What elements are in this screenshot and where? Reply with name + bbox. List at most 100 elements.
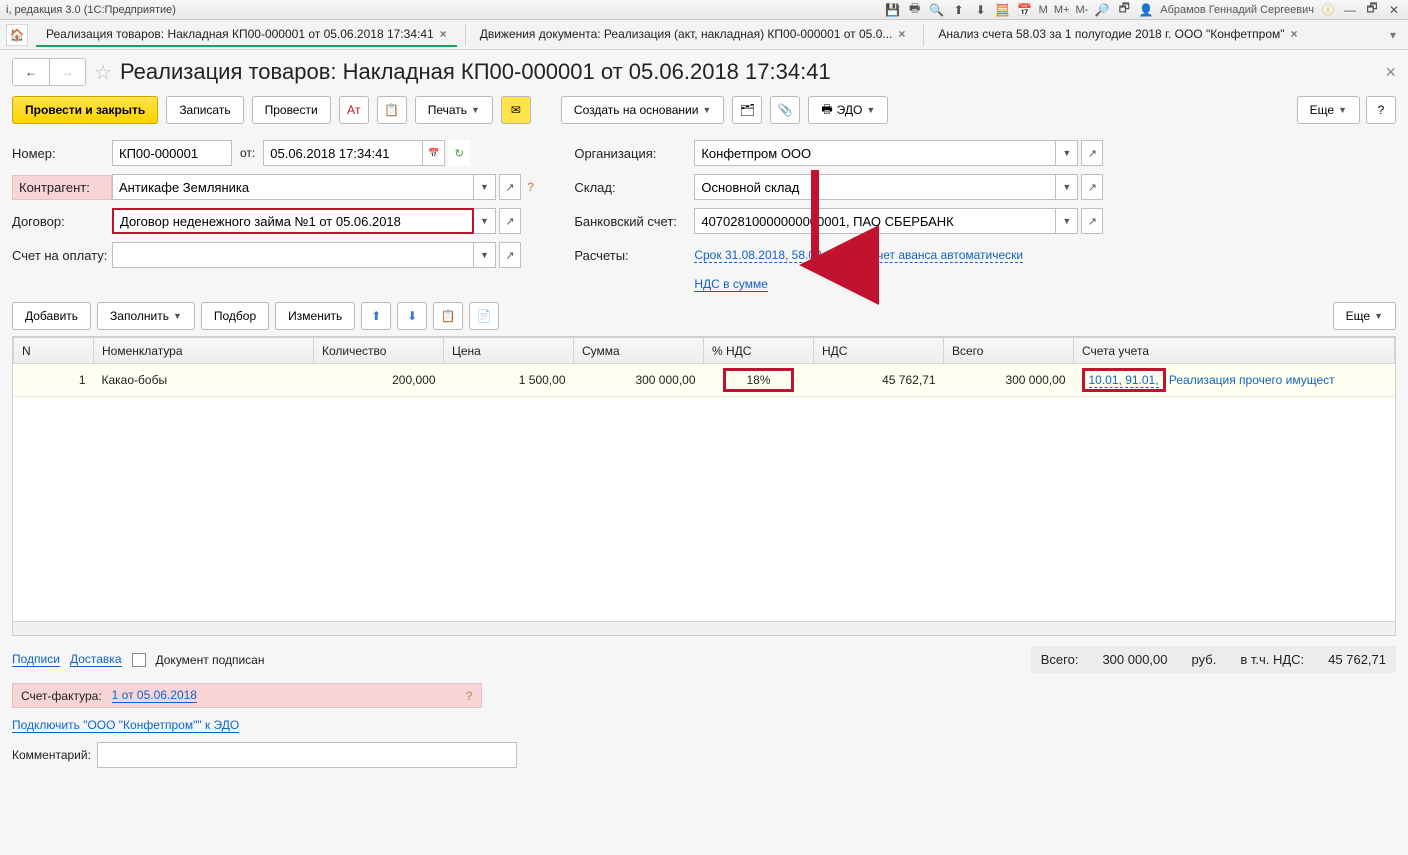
cell-vatpct[interactable]: 18% <box>704 364 814 397</box>
more-button[interactable]: Еще ▼ <box>1297 96 1360 124</box>
nav-forward-button[interactable]: → <box>49 59 85 85</box>
org-input[interactable] <box>694 140 1056 166</box>
accounts-link[interactable]: 10.01, 91.01, <box>1089 373 1159 388</box>
counterparty-input[interactable] <box>112 174 474 200</box>
table-more-button[interactable]: Еще ▼ <box>1333 302 1396 330</box>
calendar-open-icon[interactable]: 📅 <box>423 140 445 166</box>
change-button[interactable]: Изменить <box>275 302 355 330</box>
delivery-link[interactable]: Доставка <box>70 652 122 667</box>
dropdown-icon[interactable]: ▼ <box>474 208 496 234</box>
cell-nomen[interactable]: Какао-бобы <box>94 364 314 397</box>
post-button[interactable]: Провести <box>252 96 331 124</box>
counterparty-help-icon[interactable]: ? <box>527 180 534 194</box>
preview-icon[interactable]: 🔍 <box>929 2 945 18</box>
memory-mminus[interactable]: М- <box>1075 4 1088 16</box>
help-button[interactable]: ? <box>1366 96 1396 124</box>
col-sum[interactable]: Сумма <box>574 338 704 364</box>
close-icon[interactable]: × <box>1291 27 1298 41</box>
col-qty[interactable]: Количество <box>314 338 444 364</box>
col-n[interactable]: N <box>14 338 94 364</box>
move-up-icon[interactable]: ⬆ <box>361 302 391 330</box>
table-row[interactable]: 1 Какао-бобы 200,000 1 500,00 300 000,00… <box>14 364 1395 397</box>
edo-button[interactable]: 🖶 ЭДО ▼ <box>808 96 888 124</box>
page-close-icon[interactable]: × <box>1385 62 1396 83</box>
contract-input[interactable] <box>112 208 474 234</box>
minimize-icon[interactable]: — <box>1342 2 1358 18</box>
comment-input[interactable] <box>97 742 517 768</box>
tab-realization[interactable]: Реализация товаров: Накладная КП00-00000… <box>36 23 457 47</box>
open-ref-icon[interactable]: ↗ <box>499 208 521 234</box>
memory-m[interactable]: М <box>1039 4 1048 16</box>
cell-n[interactable]: 1 <box>14 364 94 397</box>
export-up-icon[interactable]: ⬆ <box>951 2 967 18</box>
col-price[interactable]: Цена <box>444 338 574 364</box>
calc-link[interactable]: Срок 31.08.2018, 58.03, 58.03, зачет ава… <box>694 248 1023 263</box>
copy-icon[interactable]: 📋 <box>433 302 463 330</box>
signatures-link[interactable]: Подписи <box>12 652 60 667</box>
close-app-icon[interactable]: ✕ <box>1386 2 1402 18</box>
accounts-tail[interactable]: Реализация прочего имущест <box>1169 373 1335 387</box>
tab-movements[interactable]: Движения документа: Реализация (акт, нак… <box>470 23 916 47</box>
refresh-icon[interactable]: ↻ <box>448 140 470 166</box>
col-accounts[interactable]: Счета учета <box>1074 338 1395 364</box>
create-based-on-button[interactable]: Создать на основании ▼ <box>561 96 724 124</box>
invoice-input[interactable] <box>112 242 474 268</box>
cell-qty[interactable]: 200,000 <box>314 364 444 397</box>
print-icon[interactable]: 🖶 <box>907 2 923 18</box>
calc-icon[interactable]: 🧮 <box>995 2 1011 18</box>
zoom-icon[interactable]: 🔎 <box>1094 2 1110 18</box>
open-ref-icon[interactable]: ↗ <box>1081 140 1103 166</box>
col-vatpct[interactable]: % НДС <box>704 338 814 364</box>
move-down-icon[interactable]: ⬇ <box>397 302 427 330</box>
dropdown-icon[interactable]: ▼ <box>474 242 496 268</box>
tab-analysis[interactable]: Анализ счета 58.03 за 1 полугодие 2018 г… <box>928 23 1307 47</box>
tabs-more-icon[interactable]: ▾ <box>1384 28 1402 42</box>
dropdown-icon[interactable]: ▼ <box>474 174 496 200</box>
structure-icon[interactable]: 📋 <box>377 96 407 124</box>
open-ref-icon[interactable]: ↗ <box>499 174 521 200</box>
number-input[interactable] <box>112 140 232 166</box>
sf-help-icon[interactable]: ? <box>466 689 473 703</box>
save-icon[interactable]: 💾 <box>885 2 901 18</box>
col-total[interactable]: Всего <box>944 338 1074 364</box>
dropdown-icon[interactable]: ▼ <box>1056 208 1078 234</box>
related-icon[interactable]: 🗂 <box>732 96 762 124</box>
vat-in-sum-link[interactable]: НДС в сумме <box>694 277 768 292</box>
dropdown-icon[interactable]: ▼ <box>1056 140 1078 166</box>
cell-sum[interactable]: 300 000,00 <box>574 364 704 397</box>
open-ref-icon[interactable]: ↗ <box>1081 174 1103 200</box>
close-icon[interactable]: × <box>440 27 447 41</box>
cell-vat[interactable]: 45 762,71 <box>814 364 944 397</box>
windows-icon[interactable]: 🗗 <box>1116 2 1132 18</box>
home-icon[interactable]: 🏠 <box>6 24 28 46</box>
cell-price[interactable]: 1 500,00 <box>444 364 574 397</box>
attach-icon[interactable]: 📎 <box>770 96 800 124</box>
nav-back-button[interactable]: ← <box>13 59 49 85</box>
horizontal-scrollbar[interactable] <box>13 621 1395 635</box>
calendar-icon[interactable]: 📅 <box>1017 2 1033 18</box>
memory-mplus[interactable]: М+ <box>1054 4 1070 16</box>
mail-icon[interactable]: ✉ <box>501 96 531 124</box>
doc-signed-checkbox[interactable] <box>132 653 146 667</box>
post-and-close-button[interactable]: Провести и закрыть <box>12 96 158 124</box>
dropdown-icon[interactable]: ▼ <box>1056 174 1078 200</box>
add-row-button[interactable]: Добавить <box>12 302 91 330</box>
favorite-star-icon[interactable]: ☆ <box>94 60 112 85</box>
info-icon[interactable]: ⓘ <box>1320 2 1336 18</box>
export-down-icon[interactable]: ⬇ <box>973 2 989 18</box>
date-input[interactable] <box>263 140 423 166</box>
cell-accounts[interactable]: 10.01, 91.01, Реализация прочего имущест <box>1074 364 1395 397</box>
col-nomen[interactable]: Номенклатура <box>94 338 314 364</box>
fill-button[interactable]: Заполнить ▼ <box>97 302 195 330</box>
paste-icon[interactable]: 📄 <box>469 302 499 330</box>
print-button[interactable]: Печать ▼ <box>415 96 493 124</box>
close-icon[interactable]: × <box>898 27 905 41</box>
sf-link[interactable]: 1 от 05.06.2018 <box>112 688 197 703</box>
pick-button[interactable]: Подбор <box>201 302 269 330</box>
restore-icon[interactable]: 🗗 <box>1364 2 1380 18</box>
bank-input[interactable] <box>694 208 1056 234</box>
cell-total[interactable]: 300 000,00 <box>944 364 1074 397</box>
warehouse-input[interactable] <box>694 174 1056 200</box>
col-vat[interactable]: НДС <box>814 338 944 364</box>
dtkt-icon[interactable]: Aт <box>339 96 369 124</box>
